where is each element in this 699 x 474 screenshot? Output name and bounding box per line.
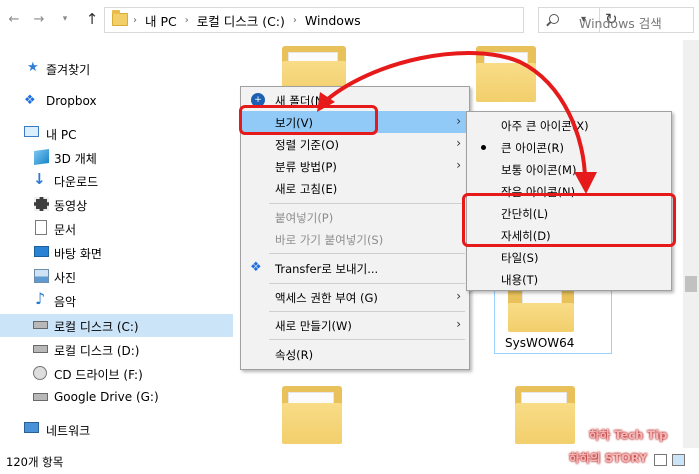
watermark-line1: 하하 Tech Tip [589,428,668,442]
watermark-line2: 하하의 STORY [569,451,648,465]
file-explorer-window: ← → ▾ ↑ › 내 PC › 로컬 디스크 (C:) › Windows ▾… [0,0,699,474]
annotation-arrow [317,51,597,194]
